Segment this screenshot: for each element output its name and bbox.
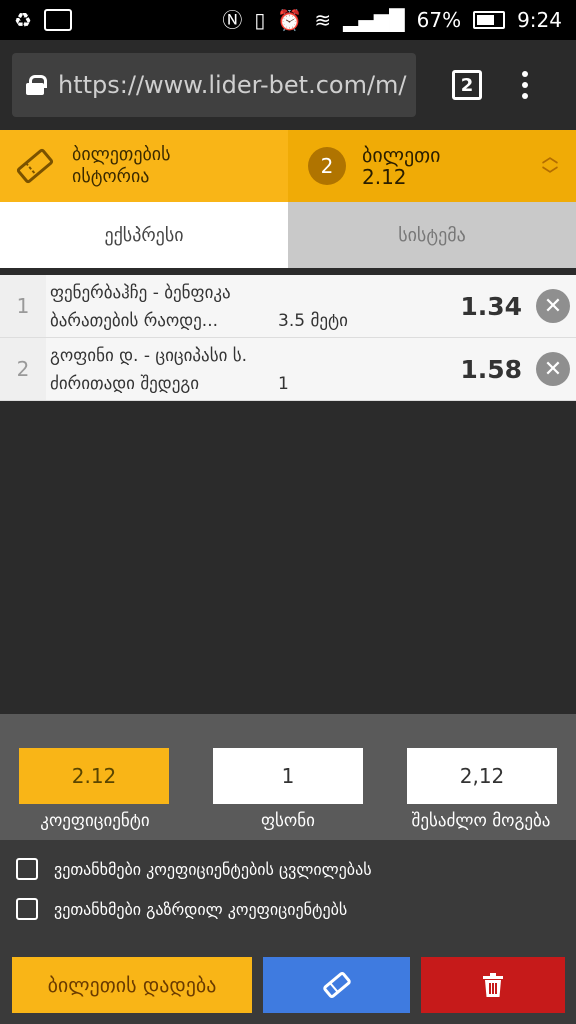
tab-express[interactable]: ექსპრესი [0, 202, 288, 268]
lock-icon [26, 75, 47, 95]
chevron-down-icon: ﹀ [541, 165, 558, 184]
bet-row: 2 გოფინი დ. - ციციპასი ს. ძირითადი შედეგ… [0, 338, 576, 401]
ticket-total-odds: 2.12 [362, 165, 407, 189]
battery-saver-icon: ♻ [14, 8, 32, 32]
place-bet-button[interactable]: ბილეთის დადება [12, 957, 252, 1013]
action-bar: ბილეთის დადება [0, 944, 576, 1024]
status-bar: ♻ Ⓝ ▯ ⏰ ≋ ▂▄▆█ 67% 9:24 [0, 0, 576, 40]
alarm-icon: ⏰ [277, 8, 303, 32]
stake-panel: 2.12 1 2,12 კოეფიციენტი ფსონი შესაძლო მო… [0, 714, 576, 840]
history-label-line1: ბილეთების [72, 144, 171, 165]
bet-odd: 1.34 [430, 275, 530, 337]
accept-odds-change-option[interactable]: ვეთანხმები კოეფიციენტების ცვლილებას [16, 858, 372, 880]
ticket-history-tab[interactable]: ბილეთების ისტორია [0, 130, 288, 202]
tabs-button[interactable]: 2 [452, 70, 482, 100]
ticket-icon [16, 148, 54, 184]
vibrate-icon: ▯ [254, 8, 266, 32]
accept-higher-odds-checkbox[interactable] [16, 898, 38, 920]
bet-type-tabs: ექსპრესი სისტემა [0, 202, 576, 268]
browser-toolbar: https://www.lider-bet.com/m/ 2 [0, 40, 576, 130]
expand-collapse-button[interactable]: ︿ ﹀ [541, 147, 558, 184]
history-label-line2: ისტორია [72, 166, 150, 187]
tab-system[interactable]: სისტემა [288, 202, 576, 268]
share-ticket-button[interactable] [263, 957, 410, 1013]
close-icon: ✕ [536, 352, 570, 386]
ticket-tab[interactable]: 2 ბილეთი 2.12 ︿ ﹀ [288, 130, 576, 202]
accept-higher-odds-label: ვეთანხმები გაზრდილ კოეფიციენტებს [54, 899, 348, 919]
url-bar[interactable]: https://www.lider-bet.com/m/ [12, 53, 416, 117]
stake-input[interactable]: 1 [213, 748, 363, 804]
empty-area [0, 402, 576, 714]
battery-icon [473, 11, 506, 29]
ticket-title: ბილეთი [362, 143, 441, 167]
bet-list: 1 ფენერბაჰჩე - ბენფიკა ბარათების რაოდე..… [0, 275, 576, 401]
wifi-icon: ≋ [314, 8, 332, 32]
bet-odd: 1.58 [430, 338, 530, 400]
bet-market: ძირითადი შედეგი [50, 374, 200, 394]
image-icon [43, 9, 72, 31]
remove-bet-button[interactable]: ✕ [530, 338, 576, 400]
ticket-icon [322, 972, 351, 998]
bet-options: ვეთანხმები კოეფიციენტების ცვლილებას ვეთა… [0, 840, 576, 944]
bet-number: 2 [0, 338, 46, 400]
betslip-header: ბილეთების ისტორია 2 ბილეთი 2.12 ︿ ﹀ [0, 130, 576, 202]
url-text: https://www.lider-bet.com/m/ [58, 71, 407, 99]
close-icon: ✕ [536, 289, 570, 323]
bet-selection: 1 [278, 374, 289, 394]
accept-odds-change-label: ვეთანხმები კოეფიციენტების ცვლილებას [54, 859, 372, 879]
coefficient-value: 2.12 [19, 748, 169, 804]
bet-market: ბარათების რაოდე... [50, 311, 218, 331]
stake-label: ფსონი [261, 811, 315, 831]
nfc-icon: Ⓝ [222, 8, 243, 32]
clock: 9:24 [517, 8, 562, 32]
clear-ticket-button[interactable] [421, 957, 565, 1013]
browser-menu-button[interactable] [522, 71, 528, 99]
chevron-up-icon: ︿ [541, 147, 558, 166]
coefficient-label: კოეფიციენტი [40, 811, 150, 831]
accept-odds-change-checkbox[interactable] [16, 858, 38, 880]
signal-icon: ▂▄▆█ [343, 8, 405, 32]
possible-win-value: 2,12 [407, 748, 557, 804]
bet-number: 1 [0, 275, 46, 337]
bet-match: გოფინი დ. - ციციპასი ს. [50, 346, 248, 366]
bet-match: ფენერბაჰჩე - ბენფიკა [50, 283, 231, 303]
ticket-count-badge: 2 [308, 147, 346, 185]
possible-win-label: შესაძლო მოგება [411, 811, 551, 831]
accept-higher-odds-option[interactable]: ვეთანხმები გაზრდილ კოეფიციენტებს [16, 898, 347, 920]
bet-row: 1 ფენერბაჰჩე - ბენფიკა ბარათების რაოდე..… [0, 275, 576, 338]
bet-selection: 3.5 მეტი [278, 311, 348, 331]
remove-bet-button[interactable]: ✕ [530, 275, 576, 337]
battery-percent: 67% [416, 8, 462, 32]
trash-icon [483, 973, 503, 997]
